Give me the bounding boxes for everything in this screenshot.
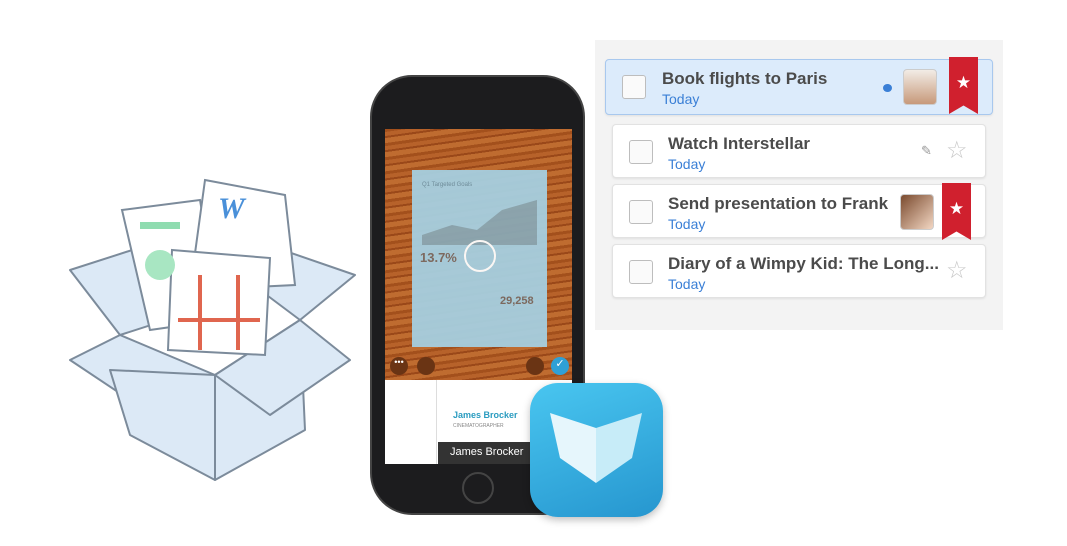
task-title: Diary of a Wimpy Kid: The Long... bbox=[668, 254, 939, 273]
task-row[interactable]: Watch Interstellar Today ✎ ☆ bbox=[612, 124, 986, 178]
focus-ring bbox=[464, 240, 496, 272]
dropbox-files-illustration: W bbox=[69, 178, 356, 481]
check-icon[interactable]: ✓ bbox=[551, 357, 569, 375]
task-title: Watch Interstellar bbox=[668, 134, 811, 153]
comment-icon bbox=[883, 84, 892, 92]
task-checkbox[interactable] bbox=[629, 140, 653, 164]
pin-icon: ✎ bbox=[921, 143, 932, 158]
trash-icon[interactable] bbox=[526, 357, 544, 375]
task-list: Book flights to Paris Today ★ Watch Inte… bbox=[595, 40, 1003, 330]
task-checkbox[interactable] bbox=[622, 75, 646, 99]
receipt-thumbnail[interactable] bbox=[385, 380, 437, 464]
task-title: Book flights to Paris bbox=[662, 69, 828, 88]
card-name: James Brocker bbox=[453, 410, 518, 420]
task-title: Send presentation to Frank bbox=[668, 194, 889, 213]
share-icon[interactable] bbox=[417, 357, 435, 375]
scanned-document: Q1 Targeted Goals 13.7% 29,258 bbox=[412, 170, 547, 347]
scannable-app-icon bbox=[530, 383, 663, 517]
task-due: Today bbox=[668, 156, 706, 172]
more-icon[interactable]: ••• bbox=[390, 357, 408, 375]
star-icon[interactable]: ☆ bbox=[946, 139, 968, 163]
butterfly-icon bbox=[550, 413, 642, 483]
word-letter: W bbox=[218, 192, 247, 225]
star-icon[interactable]: ☆ bbox=[946, 259, 968, 283]
card-role: CINEMATOGRAPHER bbox=[453, 423, 504, 429]
avatar bbox=[900, 194, 934, 230]
task-checkbox[interactable] bbox=[629, 260, 653, 284]
doc-title: Q1 Targeted Goals bbox=[422, 182, 473, 188]
task-row[interactable]: Book flights to Paris Today ★ bbox=[605, 57, 993, 115]
stat-number: 29,258 bbox=[500, 295, 534, 307]
avatar bbox=[903, 69, 937, 105]
task-due: Today bbox=[662, 91, 700, 107]
task-row[interactable]: Diary of a Wimpy Kid: The Long... Today … bbox=[612, 244, 986, 298]
star-ribbon-icon[interactable]: ★ bbox=[942, 183, 971, 240]
stat-percent: 13.7% bbox=[420, 250, 457, 265]
task-due: Today bbox=[668, 276, 706, 292]
task-due: Today bbox=[668, 216, 706, 232]
star-ribbon-icon[interactable]: ★ bbox=[949, 57, 978, 114]
task-row[interactable]: Send presentation to Frank Today ★ bbox=[612, 183, 986, 240]
task-checkbox[interactable] bbox=[629, 200, 653, 224]
home-button[interactable] bbox=[462, 472, 494, 504]
